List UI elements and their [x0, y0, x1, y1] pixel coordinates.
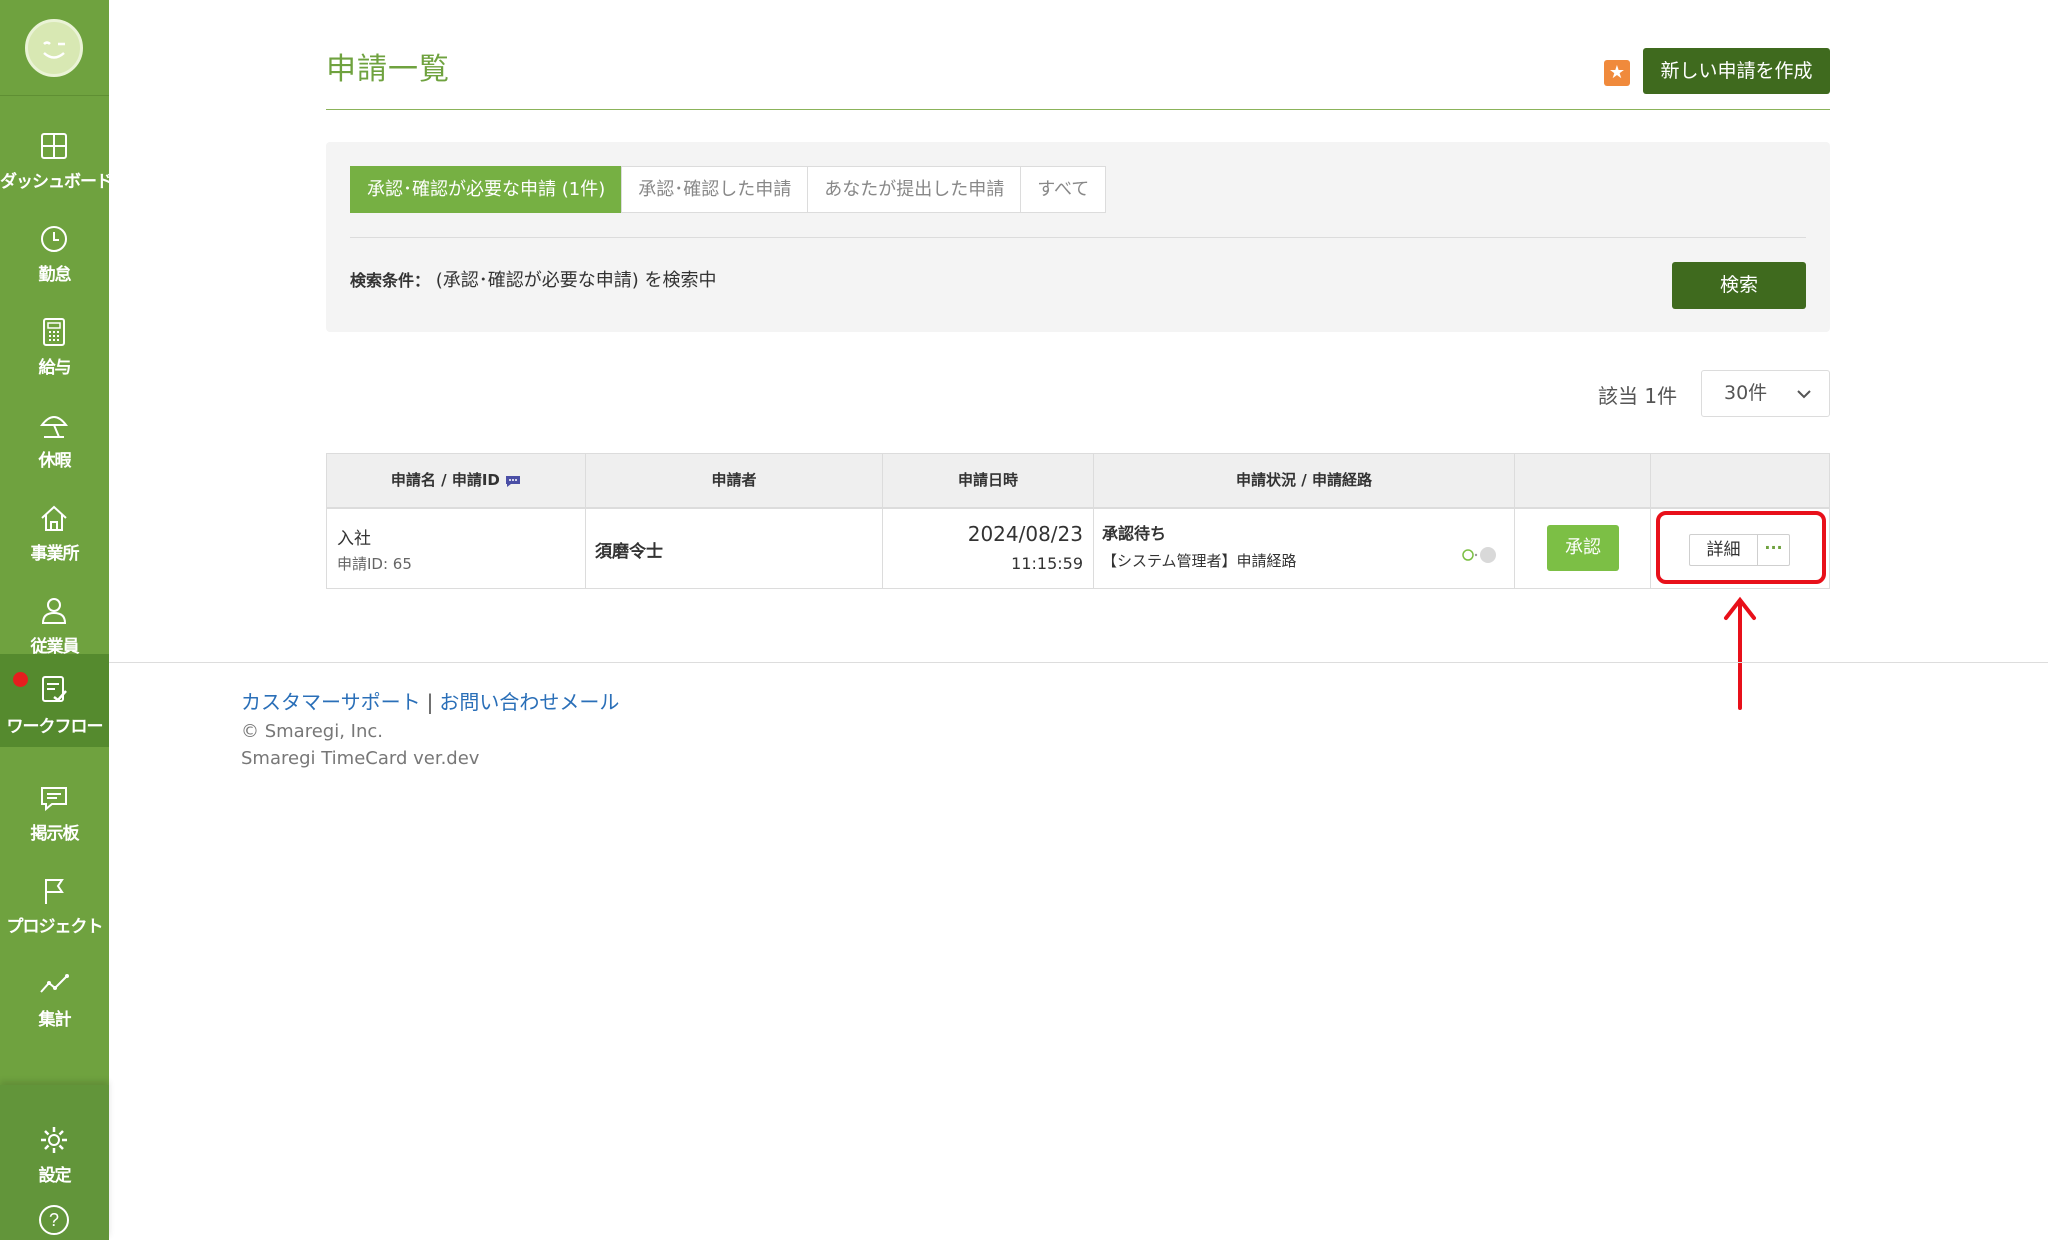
calculator-icon [43, 318, 65, 346]
per-page-value: 30件 [1724, 382, 1768, 404]
sidebar-item-label: ダッシュボード [0, 172, 113, 192]
sidebar-item-attendance[interactable]: 勤怠 [0, 203, 109, 295]
footer-links: カスタマーサポート | お問い合わせメール [241, 686, 619, 715]
sidebar-item-label: 勤怠 [38, 265, 72, 285]
request-status: 承認待ち [1102, 524, 1167, 543]
avatar[interactable] [25, 19, 83, 77]
sidebar-item-label: 集計 [38, 1010, 72, 1030]
highlight-annotation [1656, 511, 1826, 584]
sidebar-item-settings[interactable]: 設定 [0, 1104, 109, 1196]
approve-button[interactable]: 承認 [1547, 525, 1619, 571]
smiley-icon [43, 41, 65, 59]
create-request-button[interactable]: 新しい申請を作成 [1643, 48, 1830, 94]
contact-mail-link[interactable]: お問い合わせメール [439, 690, 619, 714]
app-version: Smaregi TimeCard ver.dev [241, 748, 480, 769]
tab-submitted[interactable]: あなたが提出した申請 [807, 166, 1022, 213]
panel-divider [350, 237, 1806, 238]
sidebar-item-office[interactable]: 事業所 [0, 482, 109, 574]
sidebar-item-report[interactable]: 集計 [0, 948, 109, 1040]
clock-icon [41, 226, 67, 252]
sidebar-item-board[interactable]: 掲示板 [0, 762, 109, 854]
applicant-name: 須磨令士 [595, 542, 663, 562]
result-count: 該当 1件 [1598, 384, 1678, 408]
condition-value: (承認･確認が必要な申請) を検索中 [435, 270, 717, 291]
chat-icon [41, 787, 67, 812]
per-page-select[interactable]: 30件 [1701, 370, 1830, 417]
sidebar-bottom: 設定 ? [0, 1085, 109, 1240]
table-header: 申請名 / 申請ID 申請者 申請日時 申請状況 / 申請経路 [327, 454, 1829, 509]
sidebar-item-payroll[interactable]: 給与 [0, 296, 109, 388]
favorite-star-icon[interactable]: ★ [1604, 60, 1630, 86]
gear-icon [41, 1127, 67, 1153]
header-label: 申請名 / 申請ID [390, 471, 500, 489]
column-divider [1650, 454, 1651, 588]
sidebar: ダッシュボード 勤怠 給与 休暇 事業所 従業員 ワークフロー 掲示板 プロジェ… [0, 0, 113, 1240]
help-icon[interactable]: ? [38, 1204, 70, 1236]
beach-umbrella-icon [39, 416, 69, 438]
footer-separator: | [426, 690, 434, 714]
condition-label: 検索条件： [350, 271, 431, 290]
search-panel: 承認･確認が必要な申請 (1件) 承認･確認した申請 あなたが提出した申請 すべ… [326, 142, 1830, 332]
sidebar-divider [0, 95, 109, 96]
route-progress-icon [1462, 547, 1496, 563]
comment-icon [506, 475, 521, 487]
column-divider [882, 454, 883, 588]
tab-all[interactable]: すべて [1020, 166, 1107, 213]
tab-needs-approval[interactable]: 承認･確認が必要な申請 (1件) [350, 166, 623, 213]
sidebar-item-label: 掲示板 [30, 824, 80, 844]
sidebar-item-label: ワークフロー [6, 717, 104, 737]
title-divider [326, 109, 1830, 110]
request-id: 申請ID: 65 [337, 555, 412, 573]
request-time: 11:15:59 [1011, 554, 1083, 573]
sidebar-item-workflow[interactable]: ワークフロー [0, 654, 109, 747]
notification-dot [13, 672, 28, 687]
sidebar-item-label: 休暇 [38, 451, 72, 471]
arrow-up-icon [1724, 596, 1756, 710]
footer-divider [109, 662, 2048, 663]
header-applicant: 申請者 [711, 471, 757, 489]
column-divider [585, 454, 586, 588]
line-chart-icon [40, 974, 69, 993]
workflow-icon [42, 676, 67, 702]
sidebar-item-project[interactable]: プロジェクト [0, 855, 109, 947]
header-status-route: 申請状況 / 申請経路 [1236, 471, 1372, 489]
filter-tabs: 承認･確認が必要な申請 (1件) 承認･確認した申請 あなたが提出した申請 すべ… [350, 166, 1107, 213]
sidebar-item-dashboard[interactable]: ダッシュボード [0, 110, 113, 202]
search-button[interactable]: 検索 [1672, 262, 1806, 309]
copyright: © Smaregi, Inc. [241, 721, 383, 742]
sidebar-item-label: プロジェクト [6, 917, 104, 937]
page-title: 申請一覧 [326, 52, 450, 87]
requests-table: 申請名 / 申請ID 申請者 申請日時 申請状況 / 申請経路 入社 申請ID:… [326, 453, 1830, 589]
request-name: 入社 [337, 529, 371, 549]
home-icon [41, 505, 67, 531]
header-name-id: 申請名 / 申請ID [327, 454, 585, 507]
sidebar-item-label: 事業所 [30, 544, 80, 564]
sidebar-item-label: 設定 [38, 1166, 72, 1186]
chevron-down-icon [1797, 390, 1811, 399]
sidebar-item-leave[interactable]: 休暇 [0, 389, 109, 481]
request-date: 2024/08/23 [967, 522, 1083, 546]
flag-icon [45, 879, 64, 904]
column-divider [1514, 454, 1515, 588]
customer-support-link[interactable]: カスタマーサポート [241, 690, 421, 714]
sidebar-item-label: 給与 [38, 358, 72, 378]
header-date: 申請日時 [957, 471, 1018, 489]
svg-text:?: ? [49, 1210, 59, 1230]
person-icon [41, 598, 67, 624]
dashboard-icon [41, 133, 67, 159]
tab-approved[interactable]: 承認･確認した申請 [621, 166, 809, 213]
approval-route: 【システム管理者】申請経路 [1102, 552, 1297, 570]
search-condition: 検索条件： (承認･確認が必要な申請) を検索中 [350, 266, 717, 292]
column-divider [1093, 454, 1094, 588]
